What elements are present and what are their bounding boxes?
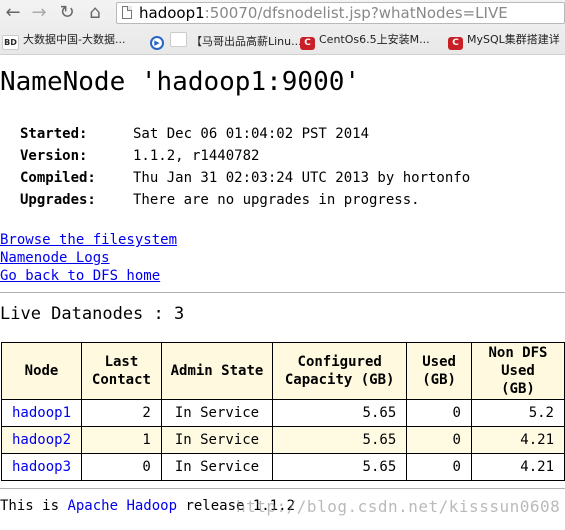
column-header[interactable]: Non DFS Used (GB) — [470, 342, 565, 400]
browser-chrome: ← → ↻ ⌂ hadoop1:50070/dfsnodelist.jsp?wh… — [0, 0, 565, 55]
node-cell: hadoop3 — [0, 453, 83, 481]
bookmark-item[interactable]: C CentOs6.5上安装M... — [300, 32, 430, 50]
namenode-logs-link[interactable]: Namenode Logs — [0, 249, 177, 267]
url-host: hadoop1 — [139, 4, 205, 22]
bookmark-item[interactable]: ▶ — [150, 32, 168, 50]
admin-state-cell: In Service — [160, 426, 274, 454]
node-link[interactable]: hadoop3 — [12, 459, 71, 475]
divider — [0, 292, 565, 293]
url-path: :50070/dfsnodelist.jsp?whatNodes=LIVE — [204, 4, 508, 22]
non-dfs-used-cell: 4.21 — [470, 426, 565, 454]
column-header-label: Non DFS Used (GB) — [488, 345, 548, 397]
info-row-started: Started: Sat Dec 06 01:04:02 PST 2014 — [20, 123, 470, 145]
reload-icon[interactable]: ↻ — [56, 3, 78, 23]
address-url[interactable]: hadoop1:50070/dfsnodelist.jsp?whatNodes=… — [139, 4, 508, 22]
bookmark-label: 大数据中国-大数据... — [23, 33, 126, 46]
bookmark-label: MySQL集群搭建详 — [467, 33, 560, 46]
info-value: Sat Dec 06 01:04:02 PST 2014 — [133, 126, 370, 142]
last-contact-cell: 1 — [81, 426, 162, 454]
column-header[interactable]: Configured Capacity (GB) — [272, 342, 408, 400]
info-row-compiled: Compiled: Thu Jan 31 02:03:24 UTC 2013 by… — [20, 167, 470, 189]
play-circle-icon: ▶ — [150, 36, 164, 50]
capacity-cell: 5.65 — [272, 453, 408, 481]
page-favicon-icon — [170, 32, 187, 47]
last-contact-cell: 0 — [81, 453, 162, 481]
table-row: hadoop1 2 In Service 5.65 0 5.2 — [0, 399, 565, 427]
dfs-home-link[interactable]: Go back to DFS home — [0, 267, 177, 285]
table-row: hadoop3 0 In Service 5.65 0 4.21 — [0, 453, 565, 481]
info-value: 1.1.2, r1440782 — [133, 148, 260, 164]
namenode-info: Started: Sat Dec 06 01:04:02 PST 2014 Ver… — [20, 123, 470, 211]
info-value: Thu Jan 31 02:03:24 UTC 2013 by hortonfo — [133, 170, 471, 186]
forward-arrow-icon[interactable]: → — [28, 3, 50, 23]
info-row-upgrades: Upgrades: There are no upgrades in progre… — [20, 189, 470, 211]
bookmark-item[interactable]: BD 大数据中国-大数据... — [2, 32, 126, 50]
used-cell: 0 — [406, 426, 472, 454]
column-header-label: Configured Capacity (GB) — [284, 354, 395, 388]
column-header-label: Last Contact — [91, 354, 151, 388]
footer-prefix: This is — [0, 498, 68, 514]
node-cell: hadoop2 — [0, 426, 83, 454]
table-header-row: Node Last Contact Admin State Configured… — [0, 342, 565, 400]
node-cell: hadoop1 — [0, 399, 83, 427]
node-link[interactable]: hadoop2 — [12, 432, 71, 448]
non-dfs-used-cell: 5.2 — [470, 399, 565, 427]
watermark: http://blog.csdn.net/kisssun0608 — [236, 497, 561, 516]
node-link[interactable]: hadoop1 — [12, 405, 71, 421]
bookmark-label: 【马哥出品高薪Linu... — [191, 35, 302, 48]
divider — [0, 488, 565, 489]
last-contact-cell: 2 — [81, 399, 162, 427]
nav-links: Browse the filesystem Namenode Logs Go b… — [0, 231, 177, 285]
table-row: hadoop2 1 In Service 5.65 0 4.21 — [0, 426, 565, 454]
capacity-cell: 5.65 — [272, 426, 408, 454]
info-row-version: Version: 1.1.2, r1440782 — [20, 145, 470, 167]
column-header[interactable]: Admin State — [160, 342, 274, 400]
info-value: There are no upgrades in progress. — [133, 192, 420, 208]
datanodes-table: Node Last Contact Admin State Configured… — [0, 342, 565, 481]
column-header[interactable]: Used (GB) — [406, 342, 472, 400]
bookmarks-bar: BD 大数据中国-大数据... ▶ 【马哥出品高薪Linu... C CentOs6… — [0, 27, 565, 53]
home-icon[interactable]: ⌂ — [84, 3, 106, 23]
info-key: Compiled: — [20, 170, 96, 186]
info-key: Version: — [20, 148, 88, 164]
bd-favicon-icon: BD — [2, 35, 19, 50]
bookmark-item[interactable]: C MySQL集群搭建详 — [448, 32, 560, 50]
back-arrow-icon[interactable]: ← — [2, 3, 24, 23]
address-bar[interactable]: hadoop1:50070/dfsnodelist.jsp?whatNodes=… — [116, 2, 565, 24]
column-header[interactable]: Last Contact — [81, 342, 162, 400]
page-title: NameNode 'hadoop1:9000' — [0, 67, 361, 97]
admin-state-cell: In Service — [160, 399, 274, 427]
page-icon — [122, 6, 132, 19]
column-header[interactable]: Node — [0, 342, 83, 400]
non-dfs-used-cell: 4.21 — [470, 453, 565, 481]
used-cell: 0 — [406, 453, 472, 481]
bookmark-label: CentOs6.5上安装M... — [319, 33, 430, 46]
csdn-favicon-icon: C — [300, 37, 315, 50]
bookmark-item[interactable]: 【马哥出品高薪Linu... — [170, 32, 302, 48]
info-key: Started: — [20, 126, 88, 142]
admin-state-cell: In Service — [160, 453, 274, 481]
capacity-cell: 5.65 — [272, 399, 408, 427]
used-cell: 0 — [406, 399, 472, 427]
info-key: Upgrades: — [20, 192, 96, 208]
column-header-label: Used (GB) — [422, 354, 456, 388]
live-datanodes-heading: Live Datanodes : 3 — [0, 304, 185, 324]
browse-filesystem-link[interactable]: Browse the filesystem — [0, 231, 177, 249]
apache-hadoop-link[interactable]: Apache Hadoop — [67, 498, 177, 514]
csdn-favicon-icon: C — [448, 37, 463, 50]
